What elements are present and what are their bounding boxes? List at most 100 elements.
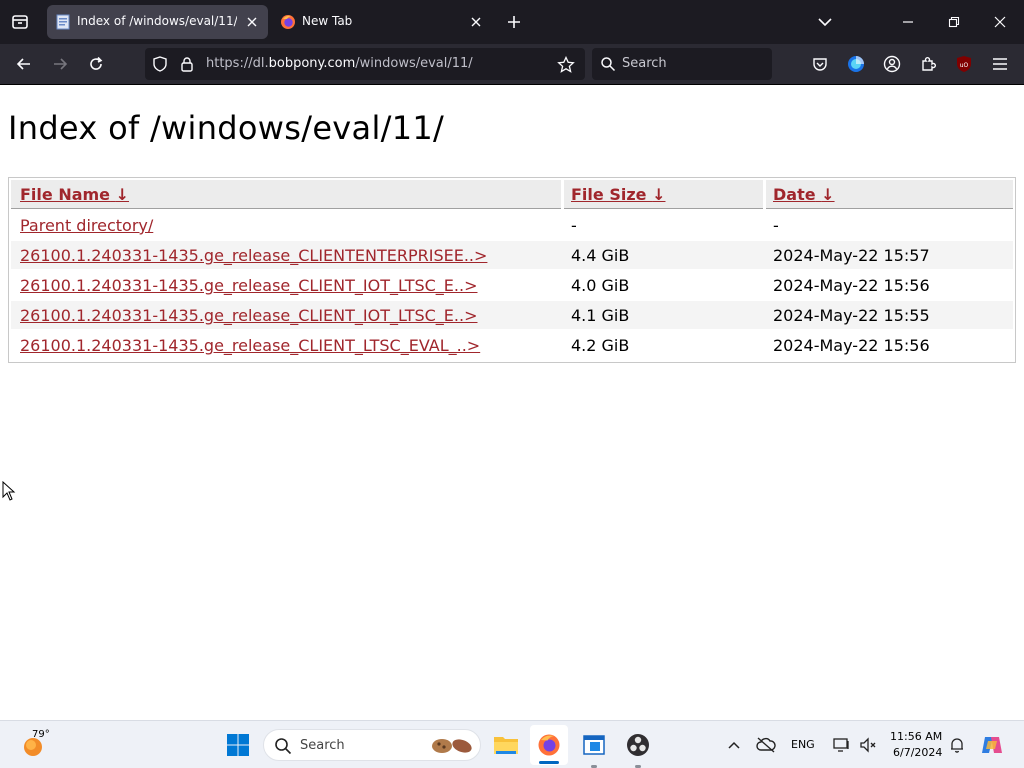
firefox-taskbar-button[interactable] <box>530 725 568 765</box>
taskbar-search[interactable]: Search <box>263 729 481 761</box>
file-date: 2024-May-22 15:56 <box>773 276 930 295</box>
sort-arrow-icon: ↓ <box>652 185 666 204</box>
file-date: 2024-May-22 15:57 <box>773 246 930 265</box>
column-header-date[interactable]: Date ↓ <box>773 185 835 204</box>
notepad-icon <box>583 735 605 755</box>
firefox-view-button[interactable] <box>8 11 32 33</box>
url-prefix: https://dl. <box>206 56 269 71</box>
bell-icon <box>951 738 963 753</box>
tab-new-tab[interactable]: New Tab <box>272 5 492 39</box>
pocket-icon <box>813 58 827 71</box>
restore-icon <box>948 16 960 28</box>
mouse-cursor-icon <box>2 481 16 501</box>
table-row: 26100.1.240331-1435.ge_release_CLIENTENT… <box>11 241 1013 269</box>
pocket-button[interactable] <box>808 52 832 76</box>
app-menu-button[interactable] <box>988 52 1012 76</box>
list-all-tabs-button[interactable] <box>812 10 838 34</box>
tracking-protection-icon[interactable] <box>152 56 168 72</box>
language-indicator[interactable]: ENG <box>791 738 815 751</box>
firefox-view-icon <box>12 15 28 29</box>
table-row: 26100.1.240331-1435.ge_release_CLIENT_IO… <box>11 271 1013 299</box>
notifications-button[interactable] <box>945 733 969 757</box>
sort-by-name-link[interactable]: File Name ↓ <box>20 185 129 204</box>
folder-icon <box>494 737 518 754</box>
tab-title: New Tab <box>302 14 353 28</box>
search-icon <box>275 738 292 755</box>
tab-title: Index of /windows/eval/11/ <box>77 14 237 28</box>
forward-arrow-icon <box>54 58 68 70</box>
file-link[interactable]: 26100.1.240331-1435.ge_release_CLIENT_LT… <box>20 336 480 355</box>
network-display-icon <box>833 738 849 752</box>
sort-by-date-link[interactable]: Date ↓ <box>773 185 835 204</box>
forward-button[interactable] <box>48 52 72 76</box>
copilot-button[interactable] <box>978 731 1006 759</box>
chevron-down-icon <box>818 18 832 27</box>
column-header-size[interactable]: File Size ↓ <box>571 185 665 204</box>
account-button[interactable] <box>880 52 904 76</box>
navigation-toolbar: https://dl.bobpony.com/windows/eval/11/ … <box>0 44 1024 85</box>
obs-button[interactable] <box>622 729 654 768</box>
file-link[interactable]: 26100.1.240331-1435.ge_release_CLIENT_IO… <box>20 306 478 325</box>
reload-button[interactable] <box>84 52 108 76</box>
parent-directory-link[interactable]: Parent directory/ <box>20 216 153 235</box>
lock-icon[interactable] <box>179 56 195 72</box>
url-text[interactable]: https://dl.bobpony.com/windows/eval/11/ <box>206 56 473 71</box>
bookmark-star-icon[interactable] <box>557 56 575 74</box>
url-path: /windows/eval/11/ <box>355 56 473 71</box>
volume-button[interactable] <box>856 733 880 757</box>
account-icon <box>883 55 901 73</box>
page-content: Index of /windows/eval/11/ File Name ↓ F… <box>0 85 1024 720</box>
close-tab-icon[interactable] <box>244 14 260 30</box>
close-tab-icon[interactable] <box>468 14 484 30</box>
back-button[interactable] <box>12 52 36 76</box>
table-row: 26100.1.240331-1435.ge_release_CLIENT_IO… <box>11 301 1013 329</box>
minimize-button[interactable] <box>895 10 921 34</box>
search-icon <box>601 57 616 72</box>
minimize-icon <box>903 21 913 23</box>
file-size: 4.2 GiB <box>571 336 630 355</box>
file-size: 4.4 GiB <box>571 246 630 265</box>
restore-button[interactable] <box>941 10 967 34</box>
clock-time[interactable]: 11:56 AM <box>890 730 942 743</box>
address-bar[interactable]: https://dl.bobpony.com/windows/eval/11/ <box>145 48 585 80</box>
file-link[interactable]: 26100.1.240331-1435.ge_release_CLIENT_IO… <box>20 276 478 295</box>
taskbar-search-placeholder: Search <box>300 738 345 753</box>
file-explorer-button[interactable] <box>490 729 522 761</box>
svg-text:uO: uO <box>960 62 969 69</box>
file-link[interactable]: 26100.1.240331-1435.ge_release_CLIENTENT… <box>20 246 487 265</box>
firefox-icon <box>281 15 295 29</box>
back-arrow-icon <box>16 58 30 70</box>
show-hidden-icons-button[interactable] <box>722 733 746 757</box>
notepad-button[interactable] <box>578 729 610 768</box>
tab-index[interactable]: Index of /windows/eval/11/ <box>47 5 268 39</box>
column-header-name[interactable]: File Name ↓ <box>20 185 129 204</box>
file-size: - <box>571 216 577 235</box>
page-title: Index of /windows/eval/11/ <box>8 109 445 147</box>
ublock-button[interactable]: uO <box>952 52 976 76</box>
file-size: 4.1 GiB <box>571 306 630 325</box>
table-row: Parent directory/ - - <box>11 211 1013 239</box>
url-domain: bobpony.com <box>268 56 356 71</box>
vpn-extension-button[interactable] <box>844 52 868 76</box>
file-size: 4.0 GiB <box>571 276 630 295</box>
close-window-button[interactable] <box>987 10 1013 34</box>
page-favicon-icon <box>56 14 70 30</box>
column-divider <box>561 180 564 209</box>
reload-icon <box>90 56 103 70</box>
copilot-icon <box>982 737 1002 753</box>
file-listing-table: File Name ↓ File Size ↓ Date ↓ Parent di… <box>8 177 1016 363</box>
speaker-muted-icon <box>860 737 876 753</box>
start-button[interactable] <box>222 729 254 761</box>
new-tab-button[interactable] <box>502 10 526 34</box>
extensions-button[interactable] <box>916 52 940 76</box>
search-placeholder: Search <box>622 56 667 71</box>
clock-date[interactable]: 6/7/2024 <box>893 746 942 759</box>
sort-arrow-icon: ↓ <box>115 185 130 204</box>
search-bar[interactable]: Search <box>592 48 772 80</box>
onedrive-button[interactable] <box>754 733 778 757</box>
taskbar: 79° Search ENG 11:56 AM 6/7/2024 <box>0 720 1024 768</box>
chevron-up-icon <box>728 741 740 749</box>
active-app-indicator <box>539 761 559 764</box>
network-button[interactable] <box>830 733 854 757</box>
sort-by-size-link[interactable]: File Size ↓ <box>571 185 665 204</box>
